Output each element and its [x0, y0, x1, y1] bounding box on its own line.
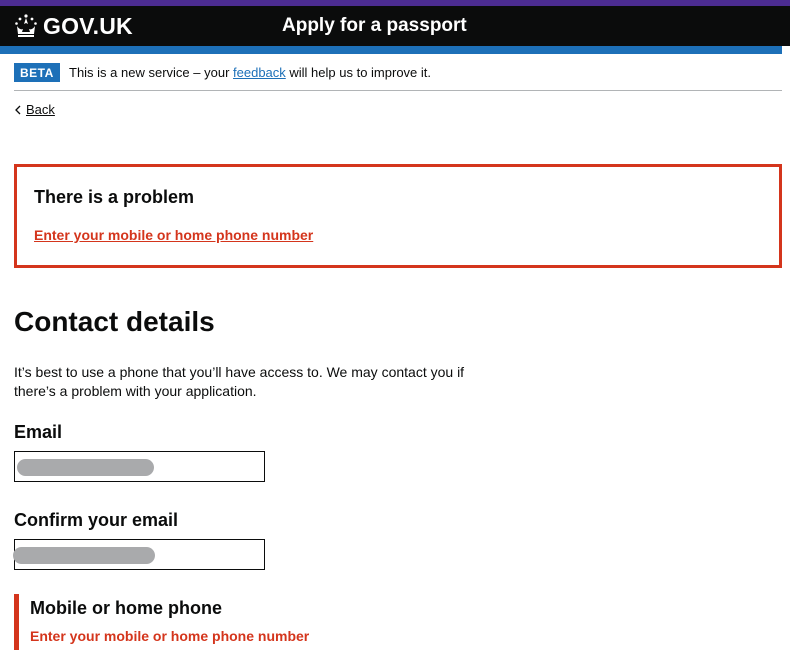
phone-error-message: Enter your mobile or home phone number: [30, 628, 310, 644]
back-link[interactable]: Back: [26, 102, 55, 117]
beta-tag: BETA: [14, 63, 60, 82]
redacted-email-value: [17, 459, 154, 476]
email-input[interactable]: [14, 451, 265, 482]
error-summary: There is a problem Enter your mobile or …: [14, 164, 782, 268]
banner-text-after: will help us to improve it.: [285, 65, 432, 80]
page-title: Contact details: [14, 306, 215, 337]
banner-text-before: This is a new service – your: [69, 65, 234, 80]
logo-text: GOV.UK: [43, 12, 133, 39]
service-name-link[interactable]: Apply for a passport: [282, 15, 467, 37]
site-header: GOV.UK Apply for a passport: [0, 6, 790, 46]
confirm-email-label: Confirm your email: [14, 510, 179, 530]
back-link-container: Back: [14, 102, 55, 117]
header-blue-bar: [0, 46, 782, 54]
phone-error-border: [14, 594, 19, 650]
chevron-left-icon: [15, 105, 21, 114]
email-label: Email: [14, 422, 63, 442]
confirm-email-input[interactable]: [13, 539, 265, 570]
phase-banner: BETA This is a new service – your feedba…: [14, 60, 782, 91]
phone-label: Mobile or home phone: [30, 598, 222, 618]
feedback-link[interactable]: feedback: [233, 65, 286, 80]
redacted-confirm-email-value: [13, 547, 155, 564]
crown-icon: [15, 14, 37, 37]
govuk-logo-link[interactable]: GOV.UK: [13, 12, 133, 40]
error-summary-title: There is a problem: [34, 187, 195, 207]
error-summary-link-phone[interactable]: Enter your mobile or home phone number: [34, 227, 313, 243]
page-intro: It’s best to use a phone that you’ll hav…: [14, 364, 465, 399]
phase-banner-text: This is a new service – your feedback wi…: [69, 65, 431, 80]
